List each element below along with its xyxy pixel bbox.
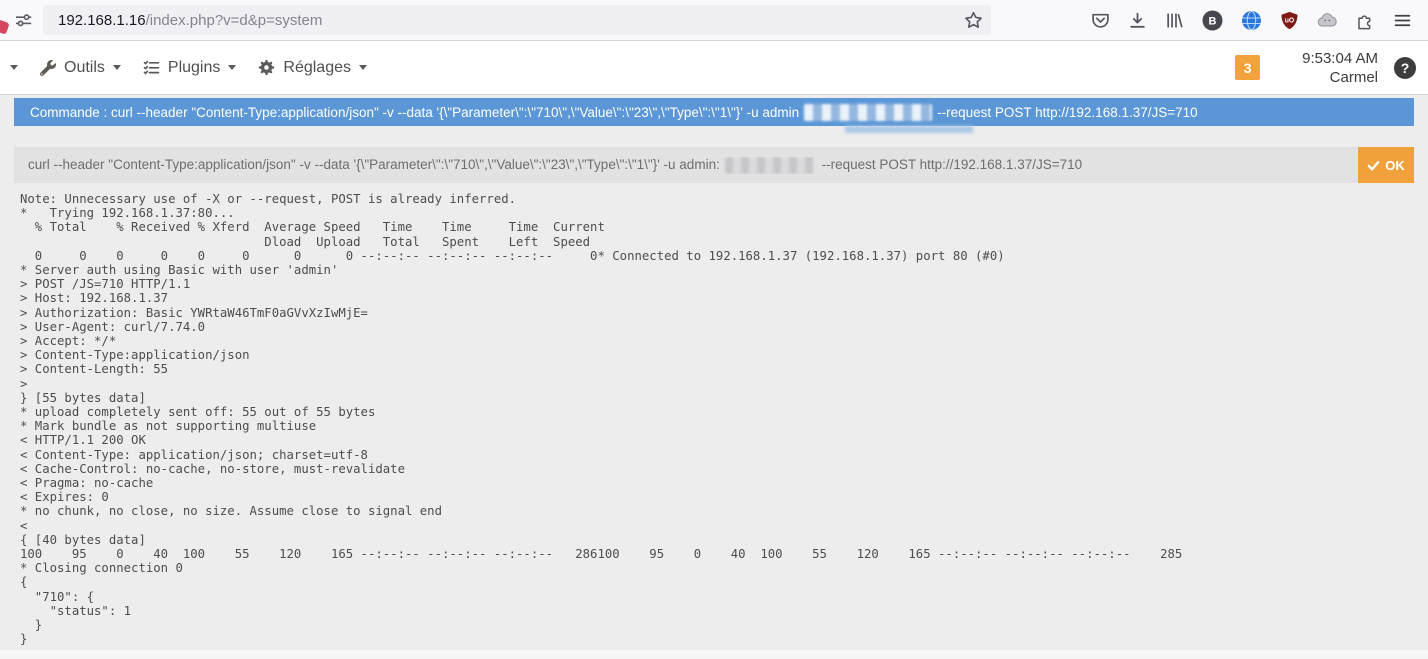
menu-reglages-label: Réglages — [283, 58, 351, 76]
hamburger-menu-icon[interactable] — [1393, 11, 1412, 30]
b-letter: B — [1209, 15, 1217, 27]
command-text: curl --header "Content-Type:application/… — [14, 156, 1358, 174]
menu-outils-label: Outils — [64, 58, 105, 76]
menu-outils[interactable]: Outils — [40, 59, 121, 77]
permissions-sliders-icon[interactable] — [14, 11, 33, 30]
ok-button[interactable]: OK — [1358, 147, 1414, 183]
app-menubar: Outils Plugins Réglages 3 9:53:04 AM Car… — [0, 41, 1428, 95]
banner-text-before: Commande : curl --header "Content-Type:a… — [30, 104, 800, 120]
menu-plugins-label: Plugins — [167, 58, 221, 76]
command-text-before: curl --header "Content-Type:application/… — [28, 156, 720, 172]
menu-plugins[interactable]: Plugins — [143, 58, 237, 77]
gray-cloud-extension-icon[interactable] — [1317, 11, 1338, 30]
command-text-after: --request POST http://192.168.1.37/JS=71… — [817, 156, 1083, 172]
help-icon[interactable]: ? — [1394, 56, 1416, 79]
url-path: /index.php?v=d&p=system — [145, 11, 323, 29]
chevron-down-icon — [112, 65, 121, 70]
ublock-letters: uO — [1285, 17, 1295, 24]
blur-artifact — [845, 126, 973, 133]
clock-user-block: 9:53:04 AM Carmel — [1302, 49, 1378, 87]
browser-action-icons: B uO — [1091, 10, 1412, 31]
url-bar[interactable]: 192.168.1.16/index.php?v=d&p=system — [43, 5, 991, 35]
page-url: 192.168.1.16/index.php?v=d&p=system — [58, 12, 322, 29]
gear-icon — [259, 59, 275, 76]
header-right-cluster: 3 9:53:04 AM Carmel ? — [1235, 41, 1416, 94]
library-icon[interactable] — [1165, 11, 1184, 30]
pocket-icon[interactable] — [1091, 11, 1110, 30]
downloads-icon[interactable] — [1128, 11, 1147, 30]
blue-globe-extension-icon[interactable] — [1241, 10, 1262, 31]
banner-text-after: --request POST http://192.168.1.37/JS=71… — [937, 104, 1198, 120]
url-host: 192.168.1.16 — [58, 11, 146, 29]
chevron-down-icon — [359, 65, 367, 70]
extensions-puzzle-icon[interactable] — [1356, 11, 1375, 30]
command-info-banner: Commande : curl --header "Content-Type:a… — [14, 98, 1414, 126]
page-content: Commande : curl --header "Content-Type:a… — [0, 98, 1428, 659]
password-manager-b-icon[interactable]: B — [1202, 10, 1223, 31]
command-result-bar: curl --header "Content-Type:application/… — [14, 147, 1414, 183]
browser-toolbar: 192.168.1.16/index.php?v=d&p=system B uO — [0, 0, 1428, 41]
cutoff-menu-caret-icon[interactable] — [10, 65, 18, 70]
check-icon — [1367, 160, 1380, 170]
user-location: Carmel — [1329, 68, 1378, 86]
main-menus: Outils Plugins Réglages — [10, 59, 367, 77]
plugins-list-icon — [143, 60, 160, 75]
chevron-down-icon — [228, 65, 237, 70]
ublock-shield-icon[interactable]: uO — [1280, 11, 1299, 30]
bottom-strip — [0, 650, 1428, 659]
notification-badge[interactable]: 3 — [1235, 55, 1261, 80]
redacted-password — [724, 156, 813, 174]
bookmark-star-icon[interactable] — [964, 11, 983, 30]
current-time: 9:53:04 AM — [1302, 49, 1378, 67]
ok-label: OK — [1385, 157, 1405, 173]
redacted-password — [804, 103, 933, 121]
wrench-icon — [40, 59, 56, 76]
curl-console-output: Note: Unnecessary use of -X or --request… — [20, 192, 1183, 647]
cut-off-extension-icon — [0, 19, 10, 35]
menu-reglages[interactable]: Réglages — [258, 59, 367, 77]
